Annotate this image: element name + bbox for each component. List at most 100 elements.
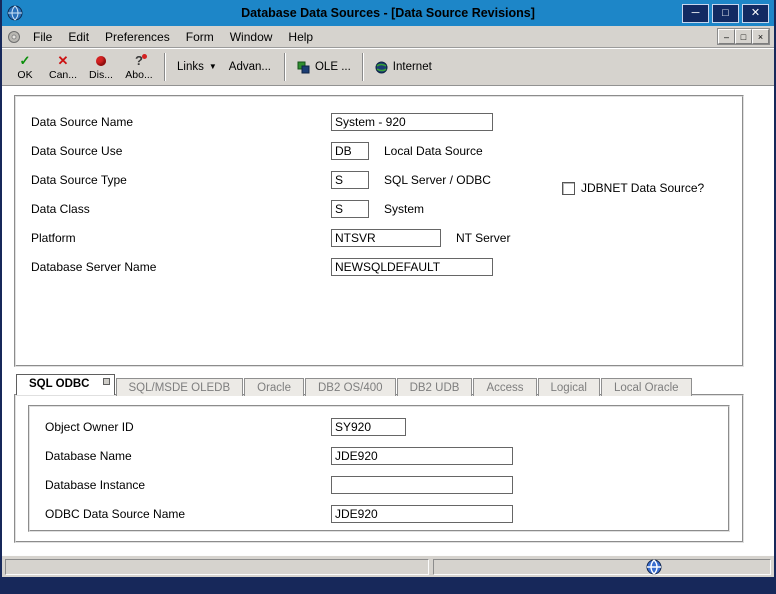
about-button[interactable]: ? Abo... xyxy=(120,50,158,84)
tab-sql-msde-oledb[interactable]: SQL/MSDE OLEDB xyxy=(115,378,244,396)
data-source-use-input[interactable] xyxy=(331,141,369,160)
object-owner-id-label: Object Owner ID xyxy=(45,419,134,434)
links-label: Links xyxy=(177,61,204,73)
tab-db2-os400[interactable]: DB2 OS/400 xyxy=(305,378,396,396)
cancel-button[interactable]: ✕ Can... xyxy=(44,50,82,84)
field-row-object-owner-id: Object Owner ID xyxy=(30,412,728,441)
mdi-close-button[interactable]: × xyxy=(752,29,769,44)
field-row-data-source-name: Data Source Name xyxy=(16,107,742,136)
menu-help[interactable]: Help xyxy=(280,28,321,46)
database-server-name-label: Database Server Name xyxy=(31,259,157,274)
tab-corner-icon xyxy=(102,378,110,385)
tab-local-oracle[interactable]: Local Oracle xyxy=(600,378,692,396)
jdbnet-checkbox[interactable] xyxy=(562,181,575,195)
ok-button-label: OK xyxy=(17,68,33,81)
tab-sql-odbc[interactable]: SQL ODBC xyxy=(16,374,115,395)
field-row-data-source-use: Data Source Use Local Data Source xyxy=(16,136,742,165)
ole-icon xyxy=(297,61,310,74)
odbc-data-source-name-input[interactable] xyxy=(331,504,513,523)
window-title: Database Data Sources - [Data Source Rev… xyxy=(241,6,535,20)
toolbar-separator xyxy=(283,53,286,81)
odbc-data-source-name-label: ODBC Data Source Name xyxy=(45,506,186,521)
tab-db2-udb[interactable]: DB2 UDB xyxy=(396,378,473,396)
toolbar-separator xyxy=(164,53,166,81)
window-controls: ─ □ ✕ xyxy=(682,3,769,23)
internet-button-label: Internet xyxy=(392,61,432,73)
field-row-database-name: Database Name xyxy=(30,441,728,470)
tab-label: DB2 OS/400 xyxy=(318,382,383,394)
object-owner-id-input[interactable] xyxy=(331,417,406,436)
caret-down-icon: ▼ xyxy=(208,62,217,71)
display-errors-button[interactable]: Dis... xyxy=(82,50,120,84)
tab-label: SQL ODBC xyxy=(29,378,90,390)
cancel-icon: ✕ xyxy=(57,52,69,68)
menu-bar: File Edit Preferences Form Window Help –… xyxy=(2,26,774,48)
tab-oracle[interactable]: Oracle xyxy=(244,378,304,396)
tab-label: DB2 UDB xyxy=(409,382,460,394)
database-server-name-input[interactable] xyxy=(331,257,493,276)
database-instance-label: Database Instance xyxy=(45,477,146,492)
status-bar xyxy=(2,555,774,577)
tab-strip: SQL ODBC SQL/MSDE OLEDB Oracle DB2 OS/40… xyxy=(16,374,693,396)
data-source-name-input[interactable] xyxy=(331,112,493,131)
data-class-input[interactable] xyxy=(331,199,369,218)
data-source-header-panel: Data Source Name Data Source Use Local D… xyxy=(14,95,744,367)
platform-description: NT Server xyxy=(456,230,511,245)
tab-access[interactable]: Access xyxy=(473,378,537,396)
about-button-label: Abo... xyxy=(125,68,153,81)
database-instance-input[interactable] xyxy=(331,475,513,494)
status-panel-message xyxy=(5,558,429,575)
ole-button[interactable]: OLE ... xyxy=(292,61,356,74)
status-panel-right xyxy=(433,558,771,575)
app-window: Database Data Sources - [Data Source Rev… xyxy=(2,0,774,577)
document-icon xyxy=(7,30,21,44)
data-source-name-label: Data Source Name xyxy=(31,114,134,129)
tab-label: Local Oracle xyxy=(613,382,679,394)
internet-button[interactable]: Internet xyxy=(370,61,437,74)
database-name-input[interactable] xyxy=(331,446,513,465)
field-row-database-server-name: Database Server Name xyxy=(16,252,742,281)
minimize-button[interactable]: ─ xyxy=(682,3,709,23)
internet-globe-icon xyxy=(375,61,388,74)
ok-button[interactable]: ✓ OK xyxy=(6,50,44,84)
links-dropdown[interactable]: Links ▼ xyxy=(172,61,222,73)
menu-window[interactable]: Window xyxy=(222,28,281,46)
close-button[interactable]: ✕ xyxy=(742,3,769,23)
data-source-type-label: Data Source Type xyxy=(31,172,127,187)
check-icon: ✓ xyxy=(19,52,31,68)
database-name-label: Database Name xyxy=(45,448,132,463)
mdi-minimize-button[interactable]: – xyxy=(718,29,735,44)
field-row-database-instance: Database Instance xyxy=(30,470,728,499)
tab-label: Logical xyxy=(550,382,587,394)
platform-input[interactable] xyxy=(331,228,441,247)
toolbar-separator xyxy=(361,53,364,81)
menu-preferences[interactable]: Preferences xyxy=(97,28,178,46)
data-source-type-input[interactable] xyxy=(331,170,369,189)
sql-odbc-group: Object Owner ID Database Name Database I… xyxy=(28,405,730,532)
mdi-restore-button[interactable]: □ xyxy=(735,29,752,44)
display-errors-button-label: Dis... xyxy=(89,68,113,81)
data-source-use-description: Local Data Source xyxy=(384,143,483,158)
status-globe-icon xyxy=(646,559,662,575)
data-class-label: Data Class xyxy=(31,201,90,216)
about-icon: ? xyxy=(135,52,147,68)
data-source-type-description: SQL Server / ODBC xyxy=(384,172,491,187)
tab-label: SQL/MSDE OLEDB xyxy=(128,382,231,394)
field-row-odbc-data-source-name: ODBC Data Source Name xyxy=(30,499,728,528)
tab-logical[interactable]: Logical xyxy=(537,378,600,396)
jdbnet-checkbox-label: JDBNET Data Source? xyxy=(581,181,705,195)
form-client-area: Data Source Name Data Source Use Local D… xyxy=(2,86,774,555)
menu-form[interactable]: Form xyxy=(178,28,222,46)
data-class-description: System xyxy=(384,201,425,216)
mdi-window-controls: – □ × xyxy=(717,28,770,45)
ole-button-label: OLE ... xyxy=(314,61,351,73)
menu-file[interactable]: File xyxy=(25,28,60,46)
display-errors-icon xyxy=(96,55,106,66)
maximize-button[interactable]: □ xyxy=(712,3,739,23)
tab-label: Oracle xyxy=(257,382,291,394)
advanced-button[interactable]: Advan... xyxy=(222,61,278,73)
jdbnet-checkbox-row: JDBNET Data Source? xyxy=(562,181,704,195)
menu-edit[interactable]: Edit xyxy=(60,28,97,46)
platform-label: Platform xyxy=(31,230,76,245)
field-row-data-class: Data Class System xyxy=(16,194,742,223)
